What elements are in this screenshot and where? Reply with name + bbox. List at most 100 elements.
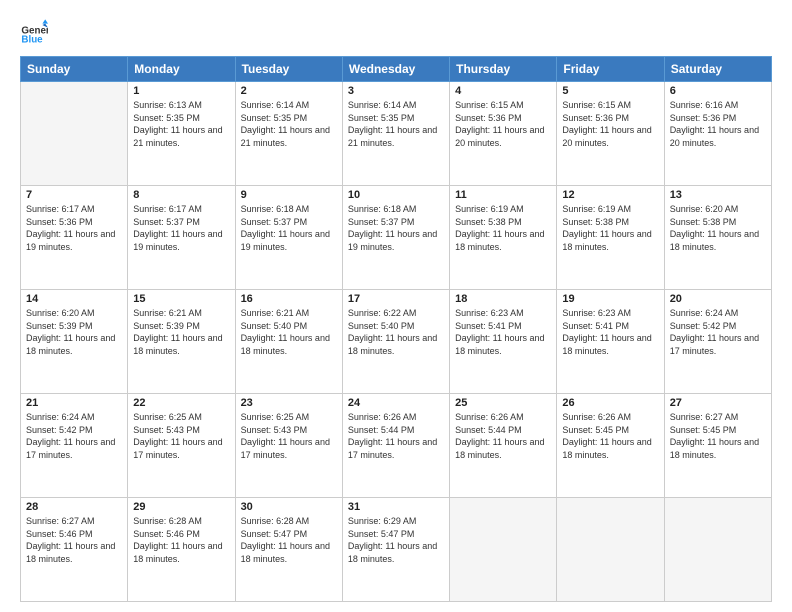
calendar-cell: 2 Sunrise: 6:14 AMSunset: 5:35 PMDaylight… xyxy=(235,82,342,186)
calendar: SundayMondayTuesdayWednesdayThursdayFrid… xyxy=(20,56,772,602)
cell-info: Sunrise: 6:18 AMSunset: 5:37 PMDaylight:… xyxy=(241,203,337,253)
cell-info: Sunrise: 6:27 AMSunset: 5:46 PMDaylight:… xyxy=(26,515,122,565)
calendar-cell: 8 Sunrise: 6:17 AMSunset: 5:37 PMDaylight… xyxy=(128,186,235,290)
cell-info: Sunrise: 6:29 AMSunset: 5:47 PMDaylight:… xyxy=(348,515,444,565)
calendar-cell xyxy=(450,498,557,602)
cell-info: Sunrise: 6:15 AMSunset: 5:36 PMDaylight:… xyxy=(455,99,551,149)
calendar-cell: 27Sunrise: 6:27 AMSunset: 5:45 PMDayligh… xyxy=(664,394,771,498)
day-number: 28 xyxy=(26,501,122,513)
day-number: 10 xyxy=(348,189,444,201)
cell-info: Sunrise: 6:17 AMSunset: 5:37 PMDaylight:… xyxy=(133,203,229,253)
weekday-header: Saturday xyxy=(664,57,771,82)
day-number: 13 xyxy=(670,189,766,201)
day-number: 25 xyxy=(455,397,551,409)
calendar-cell: 5Sunrise: 6:15 AMSunset: 5:36 PMDaylight… xyxy=(557,82,664,186)
cell-info: Sunrise: 6:17 AMSunset: 5:36 PMDaylight:… xyxy=(26,203,122,253)
weekday-header: Wednesday xyxy=(342,57,449,82)
day-number: 24 xyxy=(348,397,444,409)
day-number: 17 xyxy=(348,293,444,305)
calendar-cell: 26 Sunrise: 6:26 AMSunset: 5:45 PMDayligh… xyxy=(557,394,664,498)
cell-info: Sunrise: 6:20 AMSunset: 5:38 PMDaylight:… xyxy=(670,203,766,253)
calendar-cell: 3 Sunrise: 6:14 AMSunset: 5:35 PMDaylight… xyxy=(342,82,449,186)
calendar-cell: 15 Sunrise: 6:21 AMSunset: 5:39 PMDayligh… xyxy=(128,290,235,394)
weekday-header: Tuesday xyxy=(235,57,342,82)
day-number: 9 xyxy=(241,189,337,201)
weekday-header: Friday xyxy=(557,57,664,82)
calendar-week-row: 28 Sunrise: 6:27 AMSunset: 5:46 PMDayligh… xyxy=(21,498,772,602)
cell-info: Sunrise: 6:22 AMSunset: 5:40 PMDaylight:… xyxy=(348,307,444,357)
calendar-cell: 18 Sunrise: 6:23 AMSunset: 5:41 PMDayligh… xyxy=(450,290,557,394)
cell-info: Sunrise: 6:24 AMSunset: 5:42 PMDaylight:… xyxy=(26,411,122,461)
calendar-cell: 11Sunrise: 6:19 AMSunset: 5:38 PMDayligh… xyxy=(450,186,557,290)
calendar-cell xyxy=(664,498,771,602)
cell-info: Sunrise: 6:21 AMSunset: 5:40 PMDaylight:… xyxy=(241,307,337,357)
cell-info: Sunrise: 6:20 AMSunset: 5:39 PMDaylight:… xyxy=(26,307,122,357)
cell-info: Sunrise: 6:25 AMSunset: 5:43 PMDaylight:… xyxy=(241,411,337,461)
day-number: 23 xyxy=(241,397,337,409)
weekday-header: Thursday xyxy=(450,57,557,82)
calendar-cell: 9 Sunrise: 6:18 AMSunset: 5:37 PMDaylight… xyxy=(235,186,342,290)
calendar-cell: 29 Sunrise: 6:28 AMSunset: 5:46 PMDayligh… xyxy=(128,498,235,602)
calendar-week-row: 21Sunrise: 6:24 AMSunset: 5:42 PMDayligh… xyxy=(21,394,772,498)
day-number: 14 xyxy=(26,293,122,305)
calendar-header-row: SundayMondayTuesdayWednesdayThursdayFrid… xyxy=(21,57,772,82)
cell-info: Sunrise: 6:28 AMSunset: 5:46 PMDaylight:… xyxy=(133,515,229,565)
cell-info: Sunrise: 6:26 AMSunset: 5:45 PMDaylight:… xyxy=(562,411,658,461)
day-number: 20 xyxy=(670,293,766,305)
header: General Blue xyxy=(20,18,772,46)
cell-info: Sunrise: 6:19 AMSunset: 5:38 PMDaylight:… xyxy=(562,203,658,253)
calendar-cell: 31 Sunrise: 6:29 AMSunset: 5:47 PMDayligh… xyxy=(342,498,449,602)
calendar-cell: 13 Sunrise: 6:20 AMSunset: 5:38 PMDayligh… xyxy=(664,186,771,290)
day-number: 31 xyxy=(348,501,444,513)
day-number: 2 xyxy=(241,85,337,97)
cell-info: Sunrise: 6:13 AMSunset: 5:35 PMDaylight:… xyxy=(133,99,229,149)
weekday-header: Monday xyxy=(128,57,235,82)
calendar-cell xyxy=(21,82,128,186)
calendar-cell: 30Sunrise: 6:28 AMSunset: 5:47 PMDayligh… xyxy=(235,498,342,602)
calendar-week-row: 7 Sunrise: 6:17 AMSunset: 5:36 PMDaylight… xyxy=(21,186,772,290)
cell-info: Sunrise: 6:18 AMSunset: 5:37 PMDaylight:… xyxy=(348,203,444,253)
cell-info: Sunrise: 6:28 AMSunset: 5:47 PMDaylight:… xyxy=(241,515,337,565)
cell-info: Sunrise: 6:25 AMSunset: 5:43 PMDaylight:… xyxy=(133,411,229,461)
calendar-cell: 19 Sunrise: 6:23 AMSunset: 5:41 PMDayligh… xyxy=(557,290,664,394)
cell-info: Sunrise: 6:23 AMSunset: 5:41 PMDaylight:… xyxy=(455,307,551,357)
calendar-cell: 20 Sunrise: 6:24 AMSunset: 5:42 PMDayligh… xyxy=(664,290,771,394)
cell-info: Sunrise: 6:15 AMSunset: 5:36 PMDaylight:… xyxy=(562,99,658,149)
day-number: 18 xyxy=(455,293,551,305)
cell-info: Sunrise: 6:14 AMSunset: 5:35 PMDaylight:… xyxy=(348,99,444,149)
calendar-cell: 10 Sunrise: 6:18 AMSunset: 5:37 PMDayligh… xyxy=(342,186,449,290)
day-number: 12 xyxy=(562,189,658,201)
day-number: 4 xyxy=(455,85,551,97)
calendar-cell: 12 Sunrise: 6:19 AMSunset: 5:38 PMDayligh… xyxy=(557,186,664,290)
day-number: 27 xyxy=(670,397,766,409)
day-number: 15 xyxy=(133,293,229,305)
cell-info: Sunrise: 6:21 AMSunset: 5:39 PMDaylight:… xyxy=(133,307,229,357)
cell-info: Sunrise: 6:14 AMSunset: 5:35 PMDaylight:… xyxy=(241,99,337,149)
calendar-cell: 24 Sunrise: 6:26 AMSunset: 5:44 PMDayligh… xyxy=(342,394,449,498)
day-number: 11 xyxy=(455,189,551,201)
svg-text:Blue: Blue xyxy=(21,35,43,46)
day-number: 26 xyxy=(562,397,658,409)
calendar-cell: 1Sunrise: 6:13 AMSunset: 5:35 PMDaylight… xyxy=(128,82,235,186)
calendar-cell: 16 Sunrise: 6:21 AMSunset: 5:40 PMDayligh… xyxy=(235,290,342,394)
calendar-cell: 21Sunrise: 6:24 AMSunset: 5:42 PMDayligh… xyxy=(21,394,128,498)
day-number: 7 xyxy=(26,189,122,201)
calendar-cell: 7 Sunrise: 6:17 AMSunset: 5:36 PMDaylight… xyxy=(21,186,128,290)
calendar-week-row: 1Sunrise: 6:13 AMSunset: 5:35 PMDaylight… xyxy=(21,82,772,186)
calendar-cell: 14 Sunrise: 6:20 AMSunset: 5:39 PMDayligh… xyxy=(21,290,128,394)
cell-info: Sunrise: 6:26 AMSunset: 5:44 PMDaylight:… xyxy=(348,411,444,461)
cell-info: Sunrise: 6:23 AMSunset: 5:41 PMDaylight:… xyxy=(562,307,658,357)
day-number: 29 xyxy=(133,501,229,513)
day-number: 8 xyxy=(133,189,229,201)
day-number: 16 xyxy=(241,293,337,305)
calendar-week-row: 14 Sunrise: 6:20 AMSunset: 5:39 PMDayligh… xyxy=(21,290,772,394)
cell-info: Sunrise: 6:24 AMSunset: 5:42 PMDaylight:… xyxy=(670,307,766,357)
calendar-cell: 17 Sunrise: 6:22 AMSunset: 5:40 PMDayligh… xyxy=(342,290,449,394)
calendar-cell: 28 Sunrise: 6:27 AMSunset: 5:46 PMDayligh… xyxy=(21,498,128,602)
day-number: 19 xyxy=(562,293,658,305)
logo: General Blue xyxy=(20,18,52,46)
cell-info: Sunrise: 6:26 AMSunset: 5:44 PMDaylight:… xyxy=(455,411,551,461)
calendar-cell: 22Sunrise: 6:25 AMSunset: 5:43 PMDayligh… xyxy=(128,394,235,498)
calendar-cell: 23 Sunrise: 6:25 AMSunset: 5:43 PMDayligh… xyxy=(235,394,342,498)
day-number: 3 xyxy=(348,85,444,97)
